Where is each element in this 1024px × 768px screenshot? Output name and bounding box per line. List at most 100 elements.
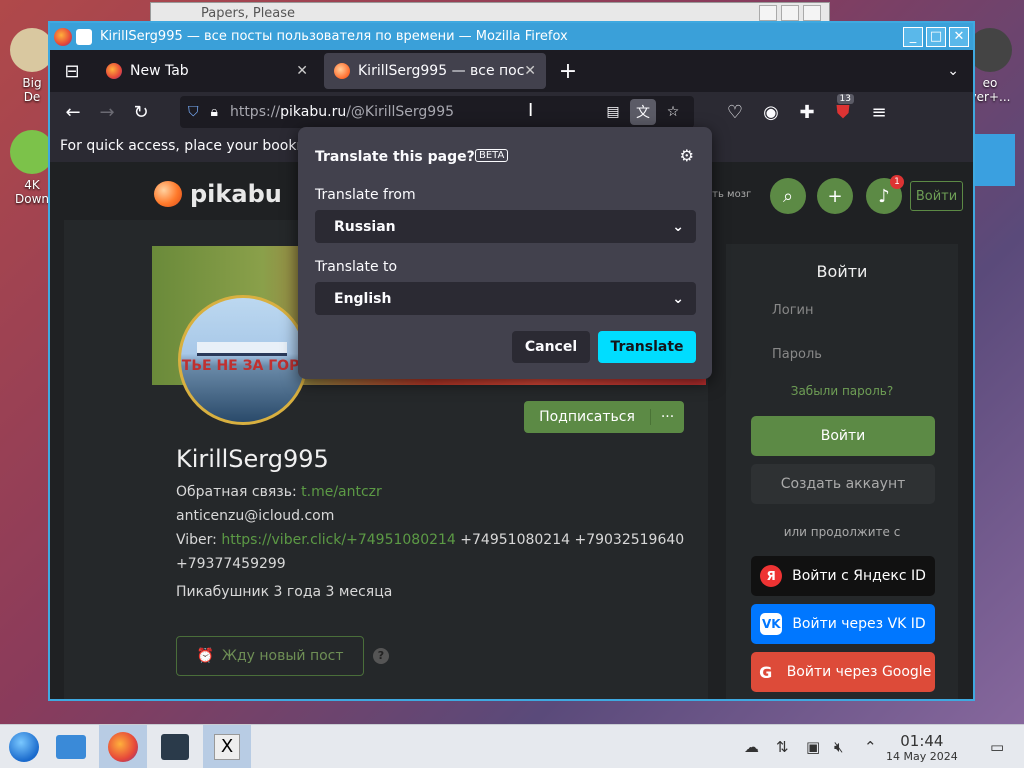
cloud-icon[interactable]: ☁ [744, 738, 759, 756]
firefox-icon [108, 732, 138, 762]
google-label: Войти через Google [786, 664, 932, 680]
tab-label: KirillSerg995 — все пост [358, 63, 525, 79]
close-button[interactable]: ✕ [949, 26, 969, 47]
translate-from-value: Russian [334, 218, 396, 235]
chevron-down-icon: ⌄ [672, 290, 684, 307]
avatar-text: ТЬЕ НЕ ЗА ГОРА [181, 358, 308, 374]
desktop-blue-icon[interactable] [975, 134, 1015, 186]
avatar-boat [197, 342, 287, 356]
google-icon: G [759, 662, 773, 682]
translate-icon[interactable]: 文 [630, 99, 656, 125]
clock-date: 14 May 2024 [886, 750, 958, 763]
feedback-line: Обратная связь: t.me/antczr [176, 484, 382, 500]
maximize-button[interactable]: □ [926, 26, 946, 47]
chevron-down-icon: ⌄ [672, 218, 684, 235]
volume-muted-icon[interactable]: 🔇︎ [834, 738, 843, 756]
terminal-taskbar-icon[interactable] [151, 725, 199, 768]
tab-pikabu[interactable]: KirillSerg995 — все пост ✕ [324, 53, 546, 89]
bg-maximize-button[interactable] [781, 5, 799, 21]
viber-phones: +74951080214 +79032519640 [460, 532, 685, 548]
subscribe-button[interactable]: Подписаться ··· [524, 401, 684, 433]
clock[interactable]: 01:44 14 May 2024 [886, 732, 958, 763]
bookmarks-hint: For quick access, place your bookm [60, 138, 311, 154]
create-account-label: Создать аккаунт [780, 476, 906, 492]
help-icon[interactable]: ? [373, 648, 389, 664]
reader-view-icon[interactable]: ▤ [600, 99, 626, 125]
url-domain: pikabu.ru [280, 104, 347, 120]
login-field[interactable]: Логин [772, 303, 814, 318]
window-title: KirillSerg995 — все посты пользователя п… [100, 29, 568, 44]
viber-link[interactable]: https://viber.click/+74951080214 [221, 532, 456, 548]
translate-from-select[interactable]: Russian ⌄ [315, 210, 696, 243]
bg-minimize-button[interactable] [759, 5, 777, 21]
alarm-clock-icon: ⏰ [196, 648, 214, 664]
profile-username: KirillSerg995 [176, 445, 329, 473]
url-path: /@KirillSerg995 [346, 104, 455, 120]
gear-icon[interactable]: ⚙ [680, 146, 694, 165]
new-tab-plus-icon[interactable]: + [552, 59, 584, 84]
reload-icon[interactable]: ↻ [124, 96, 158, 128]
network-icon[interactable]: ⇅ [776, 738, 789, 756]
forward-arrow-icon[interactable]: → [90, 96, 124, 128]
firefox-taskbar-icon[interactable] [99, 725, 147, 768]
subscribe-label: Подписаться [539, 409, 635, 425]
folder-icon [56, 735, 86, 759]
background-window-title: Papers, Please [201, 6, 296, 21]
shield-icon[interactable]: ⛉ [188, 104, 199, 120]
lock-icon[interactable]: 🔒︎ [211, 104, 218, 120]
hamburger-menu-icon[interactable]: ≡ [862, 96, 896, 128]
add-post-icon[interactable]: + [817, 178, 853, 214]
pikabu-logo[interactable]: pikabu [154, 180, 282, 208]
papers-please-taskbar-icon[interactable]: X [203, 725, 251, 768]
google-login-button[interactable]: G Войти через Google [751, 652, 935, 692]
clipboard-icon[interactable]: ▣ [806, 738, 820, 756]
cancel-button[interactable]: Cancel [512, 331, 590, 363]
vk-login-button[interactable]: VK Войти через VK ID [751, 604, 935, 644]
bookmark-star-icon[interactable]: ☆ [660, 99, 686, 125]
tab-close-icon[interactable]: ✕ [296, 63, 308, 79]
login-top-button[interactable]: Войти [910, 181, 963, 211]
back-arrow-icon[interactable]: ← [56, 96, 90, 128]
translate-to-select[interactable]: English ⌄ [315, 282, 696, 315]
ublock-icon[interactable]: ⛊ 13 [826, 94, 860, 128]
viber-line: Viber: https://viber.click/+74951080214 … [176, 532, 684, 548]
notifications-icon[interactable]: ▭ [990, 738, 1004, 756]
search-icon[interactable]: ⌕ [770, 178, 806, 214]
notification-bell-icon[interactable]: ♪ 1 [866, 175, 904, 214]
wait-post-label: Жду новый пост [221, 648, 344, 664]
url-bar[interactable]: ⛉ 🔒︎ https://pikabu.ru/@KirillSerg995 ▤ … [180, 96, 694, 128]
notification-count: 1 [890, 175, 904, 189]
forgot-password-link[interactable]: Забыли пароль? [726, 384, 958, 398]
wait-post-button[interactable]: ⏰ Жду новый пост [176, 636, 364, 676]
create-account-button[interactable]: Создать аккаунт [751, 464, 935, 504]
tab-close-icon[interactable]: ✕ [524, 63, 536, 79]
text-cursor-icon: I [528, 100, 534, 121]
minimize-button[interactable]: _ [903, 26, 923, 47]
clock-time: 01:44 [900, 732, 944, 750]
chevron-down-icon[interactable]: ⌄ [947, 63, 959, 79]
start-menu-icon[interactable] [0, 725, 48, 768]
window-menu-icon[interactable] [76, 28, 92, 45]
pocket-icon[interactable]: ♡ [718, 96, 752, 128]
window-titlebar[interactable]: KirillSerg995 — все посты пользователя п… [50, 23, 973, 50]
translate-to-value: English [334, 290, 392, 307]
more-options-icon[interactable]: ··· [650, 409, 684, 425]
avatar[interactable]: ТЬЕ НЕ ЗА ГОРА [178, 295, 308, 425]
login-button[interactable]: Войти [751, 416, 935, 456]
password-field[interactable]: Пароль [772, 347, 822, 362]
extensions-icon[interactable]: ✚ [790, 96, 824, 128]
tab-list-icon[interactable]: ⊟ [54, 53, 90, 89]
translate-button[interactable]: Translate [598, 331, 696, 363]
feedback-link[interactable]: t.me/antczr [301, 484, 382, 500]
url-actions: ▤ 文 ☆ [600, 99, 686, 125]
toolbar-right: ♡ ◉ ✚ ⛊ 13 ≡ [718, 94, 896, 128]
account-icon[interactable]: ◉ [754, 96, 788, 128]
pikabu-logo-text: pikabu [190, 180, 282, 208]
tab-new-tab[interactable]: New Tab ✕ [96, 53, 318, 89]
bg-close-button[interactable] [803, 5, 821, 21]
file-manager-icon[interactable] [47, 725, 95, 768]
chevron-up-icon[interactable]: ⌃ [864, 738, 877, 756]
url-prefix: https:// [229, 104, 281, 120]
translate-to-label: Translate to [315, 259, 398, 275]
yandex-login-button[interactable]: Я Войти с Яндекс ID [751, 556, 935, 596]
